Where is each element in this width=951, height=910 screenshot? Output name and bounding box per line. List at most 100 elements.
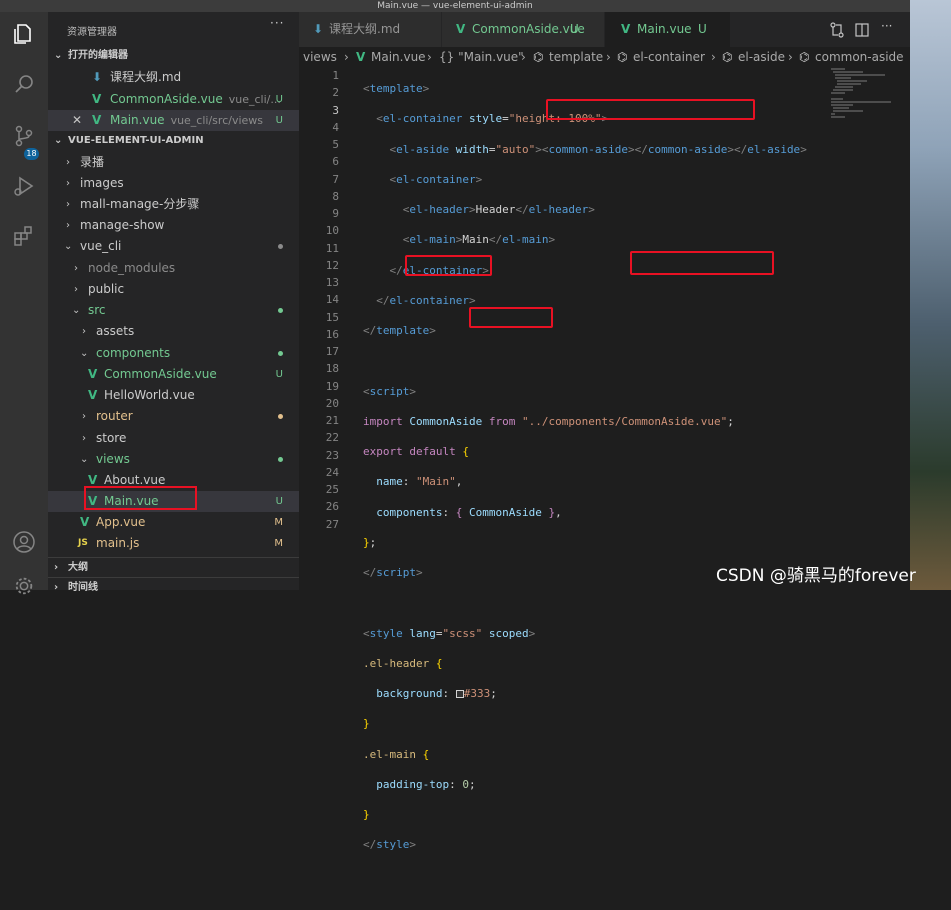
chevron-right-icon: ›	[606, 50, 611, 64]
tree-folder[interactable]: ⌄ src	[48, 300, 299, 321]
tree-file[interactable]: JS main.js M	[48, 533, 299, 554]
tab-commonaside[interactable]: V CommonAside.vue U	[442, 12, 605, 47]
tree-file[interactable]: V HelloWorld.vue	[48, 385, 299, 406]
workspace-section[interactable]: ⌄ VUE-ELEMENT-UI-ADMIN	[48, 131, 299, 151]
tree-folder[interactable]: › router	[48, 406, 299, 427]
highlight-box	[405, 255, 492, 276]
line-number: 8	[332, 189, 339, 203]
tree-folder[interactable]: › manage-show	[48, 215, 299, 236]
watermark: CSDN @骑黑马的forever	[716, 566, 916, 586]
chevron-right-icon: ›	[74, 284, 78, 295]
tab-main[interactable]: V Main.vue U	[605, 12, 730, 47]
tree-label: public	[88, 282, 125, 296]
tree-file[interactable]: V App.vue M	[48, 512, 299, 533]
tree-folder[interactable]: › images	[48, 173, 299, 194]
line-number: 3	[332, 103, 339, 117]
line-number: 15	[325, 310, 339, 324]
compare-changes-icon[interactable]	[829, 22, 845, 42]
highlight-box	[469, 307, 553, 328]
explorer-title: 资源管理器	[67, 27, 117, 38]
outline-header: 大纲	[68, 562, 88, 573]
minimap[interactable]	[829, 67, 899, 127]
tree-folder[interactable]: › 录播	[48, 152, 299, 173]
timeline-section[interactable]: › 时间线	[48, 577, 299, 597]
code-editor[interactable]: <template> <el-container style="height: …	[363, 67, 807, 910]
color-swatch[interactable]	[455, 690, 464, 698]
tree-folder[interactable]: ⌄ views	[48, 449, 299, 470]
chevron-down-icon: ⌄	[72, 305, 81, 316]
settings-gear-icon[interactable]	[10, 572, 38, 600]
explorer-sidebar: 资源管理器 ··· ⌄ 打开的编辑器 ⬇ 课程大纲.md V CommonAsi…	[48, 12, 299, 593]
code-line: name: "Main",	[376, 475, 463, 489]
line-number: 12	[325, 258, 339, 272]
tree-folder[interactable]: ⌄ components	[48, 343, 299, 364]
chevron-right-icon: ›	[66, 199, 70, 210]
line-number: 14	[325, 293, 339, 307]
tree-label: images	[80, 176, 124, 190]
line-number: 16	[325, 327, 339, 341]
open-editors-section[interactable]: ⌄ 打开的编辑器	[48, 46, 299, 66]
vue-file-icon: V	[621, 22, 631, 36]
tree-folder[interactable]: ⌄ vue_cli	[48, 236, 299, 257]
line-number: 27	[325, 517, 339, 531]
tree-folder[interactable]: › store	[48, 428, 299, 449]
split-editor-icon[interactable]	[854, 22, 870, 42]
open-editor-item[interactable]: V CommonAside.vue vue_cli/... U	[48, 89, 299, 110]
code-line: <el-main>Main</el-main>	[402, 233, 556, 247]
open-editor-item-active[interactable]: ✕ V Main.vue vue_cli/src/views U	[48, 110, 299, 131]
account-icon[interactable]	[10, 528, 38, 556]
chevron-down-icon: ⌄	[80, 454, 89, 465]
extensions-icon[interactable]	[10, 222, 38, 250]
line-number: 10	[325, 224, 339, 238]
breadcrumb-item[interactable]: {} "Main.vue"	[439, 47, 524, 67]
breadcrumb-item[interactable]: common-aside	[815, 47, 904, 67]
open-editor-item[interactable]: ⬇ 课程大纲.md	[48, 67, 299, 88]
code-line: <el-aside width="auto"><common-aside></c…	[389, 142, 807, 156]
breadcrumb-item[interactable]: views	[303, 47, 337, 67]
more-actions-icon[interactable]: ···	[881, 19, 892, 33]
run-debug-icon[interactable]	[10, 172, 38, 200]
tree-label: src	[88, 303, 106, 317]
status-untracked: U	[275, 94, 283, 105]
line-number: 25	[325, 483, 339, 496]
status-modified: M	[274, 538, 283, 549]
tree-folder[interactable]: › public	[48, 279, 299, 300]
source-control-icon[interactable]	[10, 122, 38, 150]
line-number: 19	[325, 379, 339, 393]
tree-folder[interactable]: › mall-manage-分步骤	[48, 194, 299, 215]
close-icon[interactable]: ✕	[72, 110, 82, 131]
chevron-right-icon: ›	[66, 220, 70, 231]
code-line: <script>	[363, 384, 416, 398]
tree-label: manage-show	[80, 218, 165, 232]
symbol-icon: ⌬	[799, 50, 810, 64]
open-editor-label: 课程大纲.md	[110, 70, 182, 84]
search-icon[interactable]	[10, 70, 38, 98]
chevron-down-icon: ⌄	[64, 241, 73, 252]
tree-folder[interactable]: › node_modules	[48, 258, 299, 279]
code-line: <template>	[363, 82, 430, 95]
code-line: }	[363, 717, 370, 731]
outline-section[interactable]: › 大纲	[48, 557, 299, 577]
code-line: components: { CommonAside },	[376, 505, 562, 519]
vue-file-icon: V	[88, 367, 98, 381]
breadcrumb-item[interactable]: el-aside	[738, 47, 785, 67]
breadcrumb-item[interactable]: el-container	[633, 47, 705, 67]
highlight-box	[546, 99, 755, 120]
timeline-header: 时间线	[68, 582, 98, 593]
breadcrumb-item[interactable]: Main.vue	[371, 47, 426, 67]
tab-course-outline[interactable]: ⬇ 课程大纲.md	[299, 12, 442, 47]
more-actions-icon[interactable]: ···	[270, 16, 284, 30]
chevron-right-icon: ›	[788, 50, 793, 64]
tree-file[interactable]: V CommonAside.vue U	[48, 364, 299, 385]
tab-bar: ⬇ 课程大纲.md V CommonAside.vue U V Main.vue…	[299, 12, 910, 47]
tree-label: assets	[96, 324, 135, 338]
code-line: <el-header>Header</el-header>	[402, 203, 595, 216]
breadcrumb-item[interactable]: template	[549, 47, 603, 67]
tab-label: Main.vue	[637, 22, 692, 36]
code-line: .el-header {	[363, 656, 443, 670]
line-number: 20	[325, 396, 339, 410]
explorer-icon[interactable]	[10, 20, 38, 48]
tree-folder[interactable]: › assets	[48, 321, 299, 342]
